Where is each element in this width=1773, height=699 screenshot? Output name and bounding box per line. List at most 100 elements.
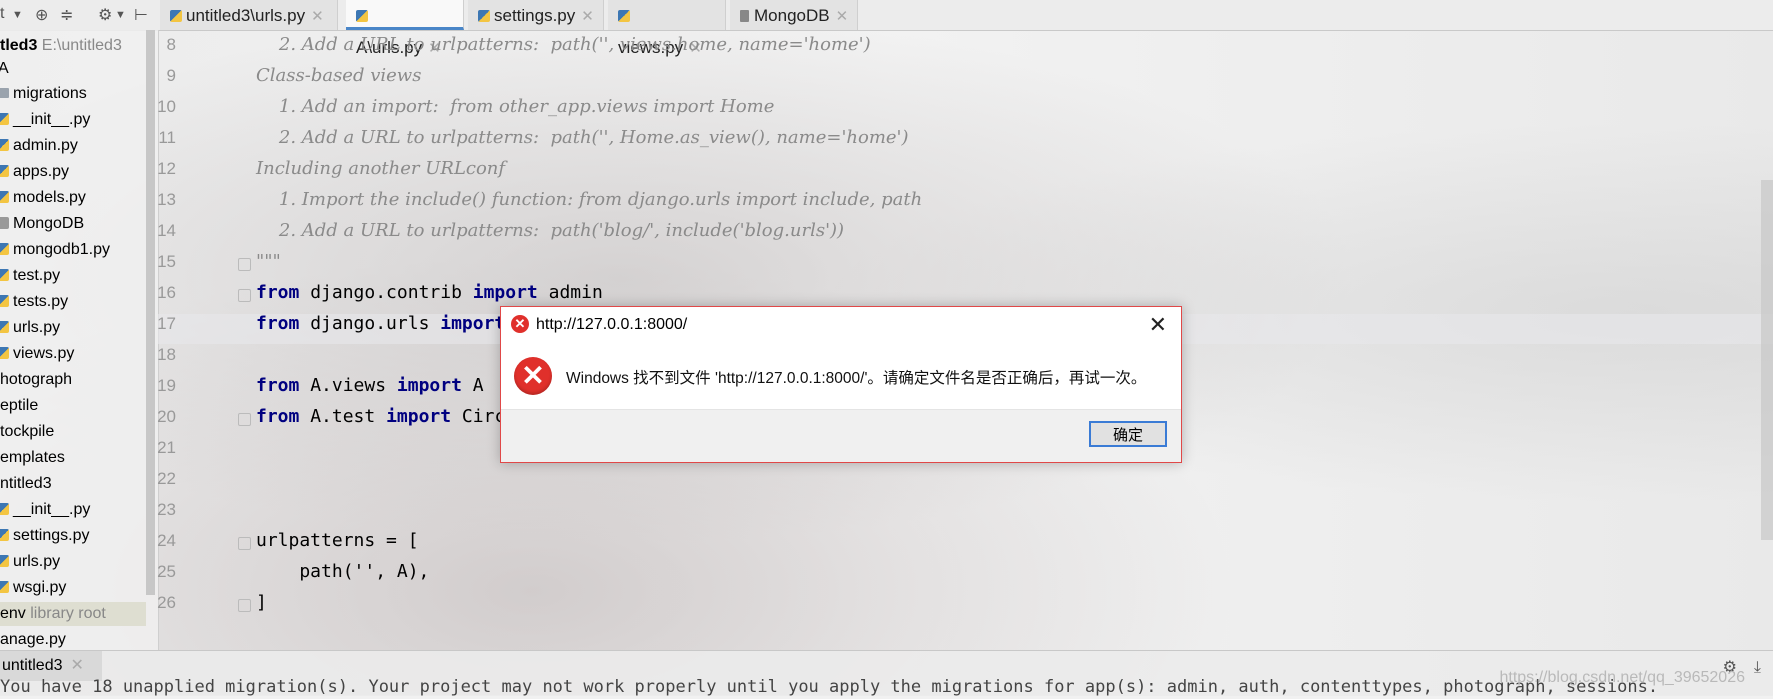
line-number: 13 [157, 190, 176, 209]
fold-marker-icon[interactable] [238, 289, 251, 302]
tree-item[interactable]: wsgi.py [0, 576, 66, 600]
tab-untitled3-urls[interactable]: untitled3\urls.py ✕ [160, 0, 338, 30]
editor-scrollbar[interactable] [1761, 180, 1773, 540]
line-number: 22 [157, 469, 176, 488]
keyword: from [256, 375, 300, 396]
tab-mongodb[interactable]: MongoDB ✕ [730, 0, 858, 30]
python-file-icon [0, 191, 9, 203]
line-number: 20 [157, 407, 176, 426]
tree-item[interactable]: tests.py [0, 290, 68, 314]
editor-tab-bar: t ▼ ⊕ ≑ ⚙ ▼ ⊢ untitled3\urls.py ✕ A\urls.… [0, 0, 1773, 57]
hide-panel-icon[interactable]: ⊢ [134, 5, 148, 25]
tab-a-urls[interactable]: A\urls.py ✕ [346, 0, 464, 57]
code-line[interactable]: from A.test import Circ [256, 406, 505, 427]
tree-item[interactable]: settings.py [0, 524, 89, 548]
keyword: import [472, 282, 538, 303]
fold-marker-icon[interactable] [238, 258, 251, 271]
python-file-icon [170, 10, 182, 22]
tree-item[interactable]: urls.py [0, 550, 60, 574]
line-number: 17 [157, 314, 176, 333]
line-number: 24 [157, 531, 176, 550]
code-line[interactable]: from A.views import A [256, 375, 484, 396]
python-file-icon [0, 581, 9, 593]
error-icon: ✕ [511, 315, 529, 333]
tree-item[interactable]: mongodb1.py [0, 238, 110, 262]
tree-item[interactable]: eptile [0, 394, 38, 418]
tab-settings[interactable]: settings.py ✕ [468, 0, 604, 30]
tree-item[interactable]: tockpile [0, 420, 54, 444]
python-file-icon [0, 555, 9, 567]
project-root[interactable]: tled3 E:\untitled3 [0, 34, 122, 58]
line-number: 10 [157, 97, 176, 116]
fold-marker-icon[interactable] [238, 537, 251, 550]
gear-dropdown-icon[interactable]: ▼ [115, 9, 126, 21]
code-line[interactable]: ] [256, 592, 267, 613]
project-tree[interactable]: tled3 E:\untitled3 A migrations __init__… [0, 30, 159, 650]
python-file-icon [0, 165, 9, 177]
run-panel: untitled3 ✕ ⚙ ⤓ You have 18 unapplied mig… [0, 650, 1773, 697]
close-icon[interactable]: ✕ [1149, 307, 1167, 343]
import-name: admin [537, 282, 603, 303]
line-number: 19 [157, 376, 176, 395]
tree-item[interactable]: test.py [0, 264, 60, 288]
code-line[interactable]: 1. Import the include() function: from d… [256, 189, 922, 210]
module-path: django.contrib [299, 282, 473, 303]
collapse-icon[interactable]: ≑ [60, 5, 73, 25]
gear-icon[interactable]: ⚙ [98, 5, 112, 25]
tree-item[interactable]: views.py [0, 342, 74, 366]
close-tab-icon[interactable]: ✕ [71, 657, 84, 674]
tree-item[interactable]: anage.py [0, 628, 66, 650]
line-number: 9 [166, 66, 176, 85]
error-icon: ✕ [514, 357, 552, 395]
keyword: import [386, 406, 452, 427]
hide-icon[interactable]: ⤓ [1754, 657, 1761, 677]
python-file-icon [356, 10, 368, 22]
tree-item[interactable]: __init__.py [0, 108, 90, 132]
keyword: from [256, 313, 300, 334]
line-number: 15 [157, 252, 176, 271]
project-menu-fragment[interactable]: t [0, 5, 4, 23]
close-tab-icon[interactable]: ✕ [836, 8, 849, 25]
tree-item[interactable]: ntitled3 [0, 472, 52, 496]
watermark: https://blog.csdn.net/qq_39652026 [1499, 669, 1745, 686]
tree-item[interactable]: migrations [0, 82, 87, 106]
code-line[interactable]: 1. Add an import: from other_app.views i… [256, 96, 775, 117]
tree-item[interactable]: __init__.py [0, 498, 90, 522]
code-line[interactable]: path('', A), [256, 561, 429, 582]
tree-item[interactable]: admin.py [0, 134, 78, 158]
line-number: 21 [157, 438, 176, 457]
tree-item[interactable]: MongoDB [0, 212, 84, 236]
code-line[interactable]: from django.contrib import admin [256, 282, 603, 303]
locate-icon[interactable]: ⊕ [35, 5, 48, 25]
line-number: 8 [166, 35, 176, 54]
tree-item[interactable]: apps.py [0, 160, 69, 184]
tree-item[interactable]: hotograph [0, 368, 72, 392]
code-line[interactable]: urlpatterns = [ [256, 530, 419, 551]
close-tab-icon[interactable]: ✕ [311, 8, 324, 25]
tree-item[interactable]: A [0, 57, 9, 81]
tab-views[interactable]: views.py ✕ [608, 0, 726, 57]
tree-item[interactable]: models.py [0, 186, 86, 210]
tree-item[interactable]: urls.py [0, 316, 60, 340]
tree-item-venv[interactable]: env library root [0, 602, 146, 626]
fold-marker-icon[interactable] [238, 599, 251, 612]
ok-button[interactable]: 确定 [1089, 421, 1167, 447]
keyword: import [440, 313, 506, 334]
folder-icon [0, 88, 9, 98]
code-line[interactable]: 2. Add a URL to urlpatterns: path('', vi… [256, 34, 871, 55]
code-line[interactable]: Class-based views [256, 65, 421, 86]
tree-item[interactable]: emplates [0, 446, 65, 470]
dropdown-arrow-icon[interactable]: ▼ [12, 9, 23, 21]
code-line[interactable]: """ [256, 251, 281, 272]
line-number: 11 [158, 128, 176, 147]
keyword: from [256, 282, 300, 303]
code-line[interactable]: 2. Add a URL to urlpatterns: path('blog/… [256, 220, 844, 241]
code-line[interactable]: 2. Add a URL to urlpatterns: path('', Ho… [256, 127, 909, 148]
python-file-icon [0, 243, 9, 255]
code-line[interactable]: Including another URLconf [256, 158, 505, 179]
line-number: 12 [157, 159, 176, 178]
close-tab-icon[interactable]: ✕ [581, 8, 594, 25]
code-line[interactable]: from django.urls import [256, 313, 505, 334]
dialog-message: Windows 找不到文件 'http://127.0.0.1:8000/'。请… [566, 370, 1147, 387]
fold-marker-icon[interactable] [238, 413, 251, 426]
